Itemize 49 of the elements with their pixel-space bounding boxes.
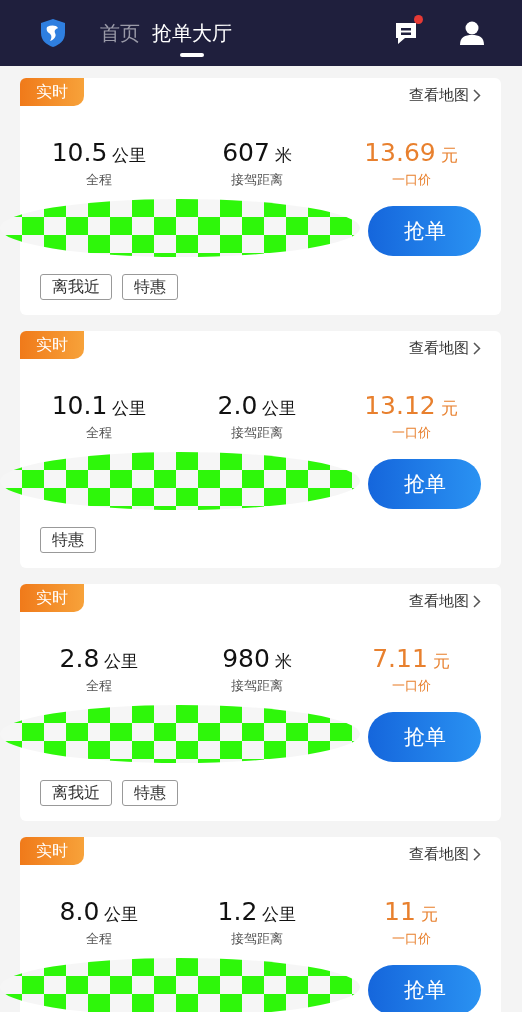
shield-logo-icon bbox=[40, 18, 66, 48]
realtime-badge: 实时 bbox=[20, 331, 84, 359]
order-tag: 特惠 bbox=[122, 274, 178, 300]
stat-value: 10.1 公里 bbox=[51, 391, 147, 422]
price-label: 一口价 bbox=[391, 677, 431, 695]
user-icon[interactable] bbox=[458, 19, 486, 47]
stat-label: 全程 bbox=[86, 424, 112, 442]
price-label: 一口价 bbox=[391, 930, 431, 948]
stat-label: 接驾距离 bbox=[231, 171, 283, 189]
stat-label: 接驾距离 bbox=[231, 930, 283, 948]
price-value: 11 元 bbox=[384, 897, 438, 928]
realtime-badge: 实时 bbox=[20, 584, 84, 612]
stat-label: 接驾距离 bbox=[231, 424, 283, 442]
order-tag: 特惠 bbox=[40, 527, 96, 553]
stat-label: 全程 bbox=[86, 677, 112, 695]
realtime-badge: 实时 bbox=[20, 837, 84, 865]
stat-value: 10.5 公里 bbox=[51, 138, 147, 169]
realtime-badge: 实时 bbox=[20, 78, 84, 106]
nav-tab[interactable]: 首页 bbox=[100, 7, 140, 59]
stat-value: 1.2 公里 bbox=[217, 897, 297, 928]
grab-order-button[interactable]: 抢单 bbox=[368, 965, 481, 1012]
nav-tab[interactable]: 抢单大厅 bbox=[152, 7, 232, 59]
chevron-right-icon bbox=[473, 848, 481, 861]
grab-order-button[interactable]: 抢单 bbox=[368, 459, 481, 509]
price-value: 13.69 元 bbox=[364, 138, 458, 169]
order-tag: 离我近 bbox=[40, 274, 112, 300]
chevron-right-icon bbox=[473, 595, 481, 608]
view-map-link[interactable]: 查看地图 bbox=[409, 592, 481, 611]
order-tag: 特惠 bbox=[122, 780, 178, 806]
view-map-link[interactable]: 查看地图 bbox=[409, 86, 481, 105]
stat-value: 8.0 公里 bbox=[59, 897, 139, 928]
stat-label: 全程 bbox=[86, 171, 112, 189]
stat-label: 全程 bbox=[86, 930, 112, 948]
stat-value: 2.8 公里 bbox=[59, 644, 139, 675]
stat-value: 607 米 bbox=[222, 138, 292, 169]
grab-order-button[interactable]: 抢单 bbox=[368, 206, 481, 256]
stat-value: 2.0 公里 bbox=[217, 391, 297, 422]
grab-order-button[interactable]: 抢单 bbox=[368, 712, 481, 762]
order-tag: 离我近 bbox=[40, 780, 112, 806]
price-value: 7.11 元 bbox=[372, 644, 450, 675]
view-map-link[interactable]: 查看地图 bbox=[409, 845, 481, 864]
price-label: 一口价 bbox=[391, 171, 431, 189]
stat-value: 980 米 bbox=[222, 644, 292, 675]
stat-label: 接驾距离 bbox=[231, 677, 283, 695]
view-map-link[interactable]: 查看地图 bbox=[409, 339, 481, 358]
chevron-right-icon bbox=[473, 89, 481, 102]
price-label: 一口价 bbox=[391, 424, 431, 442]
price-value: 13.12 元 bbox=[364, 391, 458, 422]
chevron-right-icon bbox=[473, 342, 481, 355]
